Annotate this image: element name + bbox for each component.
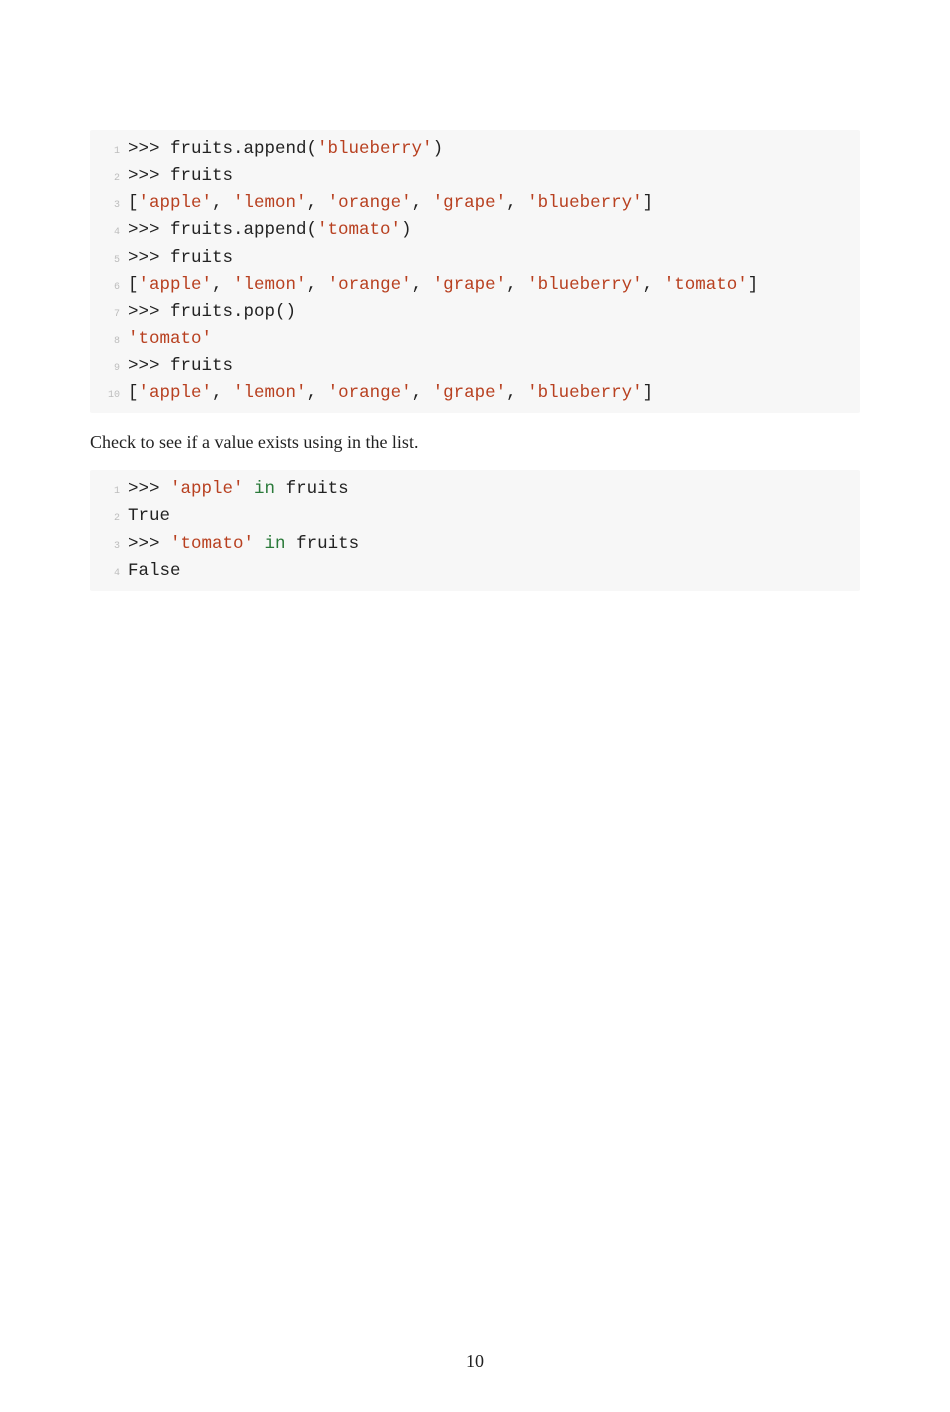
code-line: 7 >>> fruits.pop() <box>96 299 850 326</box>
code-text: >>> 'apple' in fruits <box>128 476 349 503</box>
code-line: 10 ['apple', 'lemon', 'orange', 'grape', … <box>96 380 850 407</box>
line-number: 5 <box>96 253 120 269</box>
code-text: False <box>128 558 181 585</box>
line-number: 1 <box>96 144 120 160</box>
code-text: ['apple', 'lemon', 'orange', 'grape', 'b… <box>128 272 758 299</box>
code-block-2: 1 >>> 'apple' in fruits 2 True 3 >>> 'tomato'… <box>90 470 860 591</box>
code-line: 1 >>> 'apple' in fruits <box>96 476 850 503</box>
line-number: 4 <box>96 225 120 241</box>
code-line: 4 False <box>96 558 850 585</box>
code-text: >>> fruits <box>128 163 233 190</box>
code-text: >>> fruits.append('blueberry') <box>128 136 443 163</box>
line-number: 8 <box>96 334 120 350</box>
line-number: 3 <box>96 539 120 555</box>
code-line: 6 ['apple', 'lemon', 'orange', 'grape', '… <box>96 272 850 299</box>
code-line: 9 >>> fruits <box>96 353 850 380</box>
line-number: 9 <box>96 361 120 377</box>
code-text: >>> fruits.pop() <box>128 299 296 326</box>
code-line: 2 >>> fruits <box>96 163 850 190</box>
code-line: 4 >>> fruits.append('tomato') <box>96 217 850 244</box>
code-text: ['apple', 'lemon', 'orange', 'grape', 'b… <box>128 190 653 217</box>
code-line: 3 >>> 'tomato' in fruits <box>96 531 850 558</box>
page-number: 10 <box>90 1351 860 1412</box>
line-number: 2 <box>96 511 120 527</box>
line-number: 6 <box>96 280 120 296</box>
line-number: 2 <box>96 171 120 187</box>
line-number: 10 <box>96 388 120 404</box>
line-number: 3 <box>96 198 120 214</box>
code-text: >>> 'tomato' in fruits <box>128 531 359 558</box>
code-text: >>> fruits <box>128 245 233 272</box>
code-line: 5 >>> fruits <box>96 245 850 272</box>
code-line: 1 >>> fruits.append('blueberry') <box>96 136 850 163</box>
line-number: 1 <box>96 484 120 500</box>
line-number: 7 <box>96 307 120 323</box>
line-number: 4 <box>96 566 120 582</box>
prose-paragraph: Check to see if a value exists using in … <box>90 429 860 456</box>
code-line: 2 True <box>96 503 850 530</box>
code-text: >>> fruits <box>128 353 233 380</box>
code-line: 3 ['apple', 'lemon', 'orange', 'grape', '… <box>96 190 850 217</box>
code-text: ['apple', 'lemon', 'orange', 'grape', 'b… <box>128 380 653 407</box>
code-line: 8 'tomato' <box>96 326 850 353</box>
code-text: True <box>128 503 170 530</box>
code-text: 'tomato' <box>128 326 212 353</box>
code-text: >>> fruits.append('tomato') <box>128 217 412 244</box>
code-block-1: 1 >>> fruits.append('blueberry') 2 >>> frui… <box>90 130 860 413</box>
document-page: 1 >>> fruits.append('blueberry') 2 >>> frui… <box>0 0 950 1412</box>
